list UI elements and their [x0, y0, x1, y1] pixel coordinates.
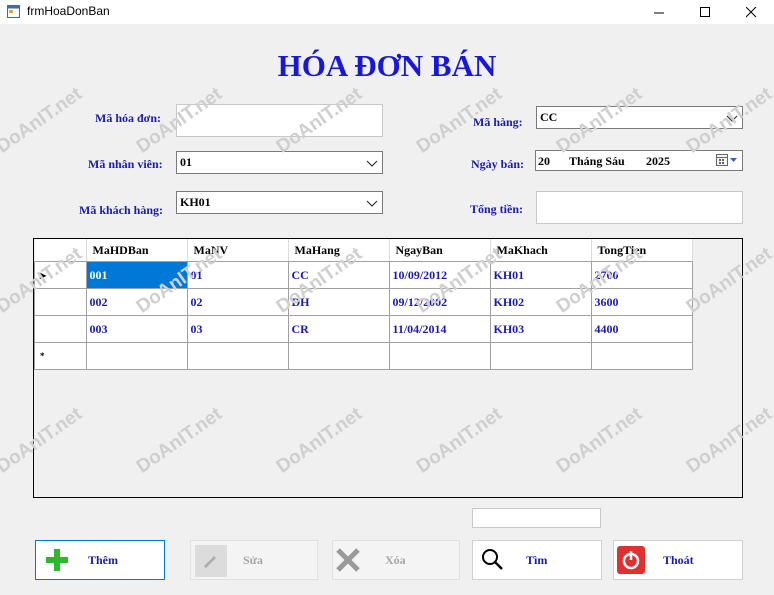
table-row[interactable]: 002 02 DH 09/12/2002 KH02 3600	[34, 288, 693, 316]
ngay-ban-year[interactable]: 2025	[646, 154, 670, 169]
row-header-corner	[34, 239, 87, 262]
grid-cell[interactable]: 02	[186, 288, 289, 316]
ngay-ban-datepicker[interactable]: 20 Tháng Sáu 2025	[535, 150, 743, 171]
grid-cell[interactable]: 01	[186, 261, 289, 289]
hoa-don-table: MaHDBan MaNV MaHang NgayBan MaKhach Tong…	[34, 239, 693, 370]
row-header[interactable]	[34, 288, 87, 316]
hoa-don-grid[interactable]: MaHDBan MaNV MaHang NgayBan MaKhach Tong…	[33, 238, 743, 498]
chevron-down-icon[interactable]	[366, 197, 378, 209]
title-bar: frmHoaDonBan	[0, 0, 774, 24]
ngay-ban-day[interactable]: 20	[538, 154, 550, 169]
table-row[interactable]: 003 03 CR 11/04/2014 KH03 4400	[34, 315, 693, 343]
grid-cell[interactable]: 003	[85, 315, 188, 343]
grid-cell[interactable]: KH02	[489, 288, 592, 316]
page-title: HÓA ĐƠN BÁN	[277, 48, 497, 83]
maximize-button[interactable]	[682, 0, 728, 24]
grid-cell[interactable]	[590, 342, 693, 370]
app-form-icon	[7, 5, 20, 18]
ma-khach-hang-label: Mã khách hàng:	[79, 203, 164, 217]
minimize-icon	[653, 12, 664, 13]
maximize-icon	[699, 6, 710, 17]
col-header-ngayban[interactable]: NgayBan	[389, 239, 491, 262]
grid-cell[interactable]: 11/04/2014	[388, 315, 491, 343]
tim-label: Tìm	[526, 553, 548, 567]
xoa-button[interactable]: Xóa	[332, 540, 460, 580]
ma-khach-hang-value: KH01	[180, 195, 211, 209]
grid-cell[interactable]: DH	[287, 288, 390, 316]
grid-cell[interactable]	[489, 342, 592, 370]
row-header-current[interactable]: ▸	[34, 261, 87, 289]
col-header-manv[interactable]: MaNV	[187, 239, 289, 262]
ma-nhan-vien-combo[interactable]: 01	[176, 151, 383, 174]
them-label: Thêm	[88, 553, 118, 567]
them-button[interactable]: Thêm	[35, 540, 165, 580]
grid-cell[interactable]: 4400	[590, 315, 693, 343]
ma-hang-value: CC	[540, 110, 558, 124]
thoat-button[interactable]: Thoát	[613, 540, 743, 580]
ma-hoa-don-label: Mã hóa đơn:	[95, 111, 161, 125]
grid-cell[interactable]: KH01	[489, 261, 592, 289]
ma-khach-hang-combo[interactable]: KH01	[176, 191, 383, 214]
col-header-mahdban[interactable]: MaHDBan	[86, 239, 188, 262]
ma-hang-label: Mã hàng:	[473, 115, 523, 129]
edit-icon	[195, 545, 227, 577]
col-header-mahang[interactable]: MaHang	[288, 239, 390, 262]
table-row[interactable]: ▸ 001 01 CC 10/09/2012 KH01 2700	[34, 261, 693, 289]
grid-cell[interactable]: 002	[85, 288, 188, 316]
grid-cell[interactable]: CC	[287, 261, 390, 289]
calendar-icon[interactable]	[716, 154, 738, 167]
col-header-makhach[interactable]: MaKhach	[490, 239, 592, 262]
watermark: DoAnIT.net	[0, 83, 86, 158]
delete-icon	[336, 548, 360, 572]
col-header-tongtien[interactable]: TongTien	[591, 239, 693, 262]
search-icon	[482, 549, 503, 570]
row-header[interactable]	[34, 315, 87, 343]
close-icon	[745, 6, 756, 17]
grid-cell[interactable]	[85, 342, 188, 370]
exit-power-icon	[617, 546, 645, 574]
chevron-down-icon[interactable]	[366, 157, 378, 169]
grid-cell[interactable]: 10/09/2012	[388, 261, 491, 289]
grid-cell[interactable]	[287, 342, 390, 370]
grid-cell[interactable]: 3600	[590, 288, 693, 316]
xoa-label: Xóa	[385, 553, 406, 567]
minimize-button[interactable]	[636, 0, 682, 24]
ma-hoa-don-input[interactable]	[176, 104, 383, 137]
grid-header-row: MaHDBan MaNV MaHang NgayBan MaKhach Tong…	[34, 239, 693, 262]
tim-button[interactable]: Tìm	[472, 540, 602, 580]
ma-hang-combo[interactable]: CC	[536, 106, 743, 129]
window-title: frmHoaDonBan	[27, 4, 110, 18]
tong-tien-input[interactable]	[536, 191, 743, 224]
grid-cell[interactable]: 001	[85, 261, 188, 289]
grid-cell[interactable]	[186, 342, 289, 370]
search-input[interactable]	[472, 508, 601, 528]
grid-cell[interactable]: 09/12/2002	[388, 288, 491, 316]
grid-cell[interactable]: 2700	[590, 261, 693, 289]
thoat-label: Thoát	[663, 553, 694, 567]
chevron-down-icon[interactable]	[726, 112, 738, 124]
ma-nhan-vien-label: Mã nhân viên:	[88, 157, 163, 171]
close-button[interactable]	[728, 0, 774, 24]
plus-icon	[46, 549, 68, 571]
tong-tien-label: Tổng tiền:	[470, 202, 524, 216]
grid-cell[interactable]: 03	[186, 315, 289, 343]
ma-nhan-vien-value: 01	[180, 155, 192, 169]
sua-label: Sửa	[243, 553, 263, 567]
table-row-new[interactable]: *	[34, 342, 693, 370]
row-header-new[interactable]: *	[34, 342, 87, 370]
ngay-ban-month[interactable]: Tháng Sáu	[569, 154, 625, 169]
ngay-ban-label: Ngày bán:	[471, 157, 525, 171]
grid-cell[interactable]: KH03	[489, 315, 592, 343]
grid-cell[interactable]	[388, 342, 491, 370]
sua-button[interactable]: Sửa	[190, 540, 318, 580]
grid-cell[interactable]: CR	[287, 315, 390, 343]
